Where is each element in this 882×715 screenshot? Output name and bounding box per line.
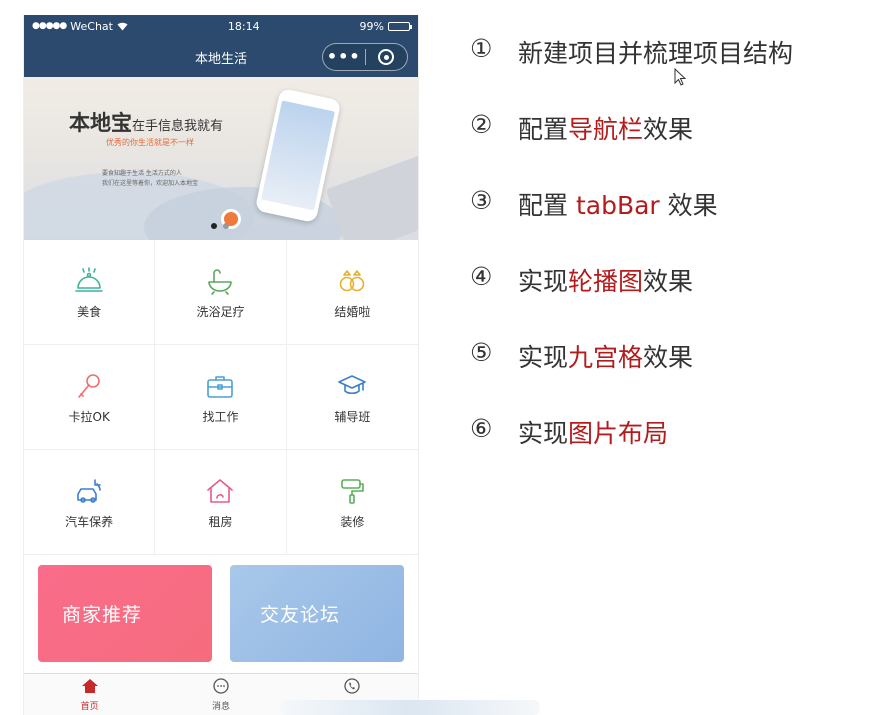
friend-forum-card[interactable]: 交友论坛 bbox=[230, 565, 404, 662]
card-label: 商家推荐 bbox=[62, 604, 143, 626]
more-button[interactable]: ••• bbox=[323, 44, 365, 70]
house-icon bbox=[204, 475, 236, 507]
outline-text: 实现轮播图效果 bbox=[518, 267, 694, 296]
outline-number: ① bbox=[470, 34, 493, 63]
swiper-indicator bbox=[211, 223, 229, 229]
close-miniprogram-button[interactable] bbox=[366, 44, 408, 70]
battery-icon bbox=[387, 21, 412, 31]
image-layout: 商家推荐 交友论坛 bbox=[24, 555, 418, 662]
phone-icon bbox=[343, 677, 361, 697]
nav-title: 本地生活 bbox=[194, 51, 247, 67]
dish-icon bbox=[73, 265, 105, 297]
outline-text: 配置导航栏效果 bbox=[518, 115, 694, 144]
nine-grid: 美食 洗浴足疗 结婚啦卡拉OK 找工作 辅导班汽车保养 租房 装修 bbox=[24, 240, 418, 555]
outline-text: 新建项目并梳理项目结构 bbox=[518, 39, 794, 68]
paint-roller-icon bbox=[336, 475, 368, 507]
message-icon bbox=[212, 677, 230, 697]
status-time: 18:14 bbox=[227, 19, 260, 33]
lesson-outline: ① 新建项目并梳理项目结构 ② 配置导航栏效果 ③ 配置 tabBar 效果 ④ 实现轮播图效… bbox=[470, 34, 793, 490]
outline-item: ⑥ 实现图片布局 bbox=[470, 414, 793, 490]
briefcase-icon bbox=[204, 370, 236, 402]
grid-item[interactable]: 装修 bbox=[286, 450, 418, 555]
outline-number: ⑤ bbox=[470, 338, 493, 367]
outline-text: 实现图片布局 bbox=[518, 419, 669, 448]
microphone-icon bbox=[73, 370, 105, 402]
grid-item[interactable]: 找工作 bbox=[155, 345, 287, 450]
grid-item[interactable]: 美食 bbox=[24, 240, 156, 345]
grid-item[interactable]: 洗浴足疗 bbox=[155, 240, 287, 345]
graduation-cap-icon bbox=[336, 370, 368, 402]
tab-label: 首页 bbox=[80, 701, 99, 712]
phone-preview: ●●●●● WeChat 18:14 99% 本地生活 ••• 本地宝在手信息我… bbox=[23, 15, 419, 715]
grid-item[interactable]: 结婚啦 bbox=[286, 240, 418, 345]
outline-text: 配置 tabBar 效果 bbox=[518, 191, 718, 220]
card-label: 交友论坛 bbox=[260, 604, 341, 626]
signal-icon: ●●●●● bbox=[32, 21, 67, 31]
grid-item-label: 租房 bbox=[208, 514, 233, 529]
grid-item[interactable]: 辅导班 bbox=[286, 345, 418, 450]
banner-swiper[interactable]: 本地宝在手信息我就有 优秀的你生活就是不一样 要食知趣于生活 生活方式的人 我们在… bbox=[24, 77, 418, 240]
grid-item[interactable]: 卡拉OK bbox=[24, 345, 156, 450]
tab-message[interactable]: 消息 bbox=[155, 674, 286, 715]
swiper-dot[interactable] bbox=[211, 223, 217, 229]
tab-home[interactable]: 首页 bbox=[24, 674, 155, 715]
banner-title: 本地宝在手信息我就有 bbox=[69, 110, 224, 135]
grid-item-label: 卡拉OK bbox=[68, 409, 110, 424]
banner-laptop-image bbox=[325, 148, 418, 240]
outline-number: ② bbox=[470, 110, 493, 139]
car-wash-icon bbox=[73, 475, 105, 507]
tab-label: 消息 bbox=[211, 701, 230, 712]
mouse-cursor-icon bbox=[674, 68, 686, 86]
status-bar: ●●●●● WeChat 18:14 99% bbox=[24, 15, 418, 37]
grid-item-label: 找工作 bbox=[202, 409, 239, 424]
outline-item: ① 新建项目并梳理项目结构 bbox=[470, 34, 793, 110]
home-icon bbox=[81, 678, 99, 697]
grid-item-label: 装修 bbox=[340, 514, 365, 529]
battery-percent: 99% bbox=[359, 19, 384, 33]
menu-capsule: ••• bbox=[322, 43, 408, 71]
grid-item-label: 美食 bbox=[77, 304, 102, 319]
outline-item: ⑤ 实现九宫格效果 bbox=[470, 338, 793, 414]
grid-item-label: 洗浴足疗 bbox=[196, 304, 245, 319]
outline-item: ④ 实现轮播图效果 bbox=[470, 262, 793, 338]
banner-subtitle: 优秀的你生活就是不一样 bbox=[106, 138, 194, 147]
swiper-dot[interactable] bbox=[223, 223, 229, 229]
grid-item-label: 汽车保养 bbox=[65, 514, 114, 529]
grid-item-label: 辅导班 bbox=[334, 409, 371, 424]
grid-item[interactable]: 租房 bbox=[155, 450, 287, 555]
banner-phone-image bbox=[254, 87, 342, 224]
nav-bar: 本地生活 ••• bbox=[24, 37, 418, 77]
outline-number: ④ bbox=[470, 262, 493, 291]
outline-number: ⑥ bbox=[470, 414, 493, 443]
outline-item: ② 配置导航栏效果 bbox=[470, 110, 793, 186]
target-icon bbox=[378, 49, 395, 65]
outline-text: 实现九宫格效果 bbox=[518, 343, 694, 372]
wifi-icon bbox=[117, 22, 128, 30]
merchant-recommend-card[interactable]: 商家推荐 bbox=[38, 565, 212, 662]
more-dots-icon: ••• bbox=[326, 47, 361, 66]
grid-item[interactable]: 汽车保养 bbox=[24, 450, 156, 555]
bath-icon bbox=[204, 265, 236, 297]
background-decoration bbox=[280, 700, 540, 715]
banner-note: 要食知趣于生活 生活方式的人 我们在这里等着你，欢迎加入本地宝 bbox=[102, 170, 199, 187]
rings-icon bbox=[336, 265, 368, 297]
outline-number: ③ bbox=[470, 186, 493, 215]
outline-item: ③ 配置 tabBar 效果 bbox=[470, 186, 793, 262]
carrier-label: WeChat bbox=[70, 19, 113, 33]
grid-item-label: 结婚啦 bbox=[334, 304, 371, 319]
